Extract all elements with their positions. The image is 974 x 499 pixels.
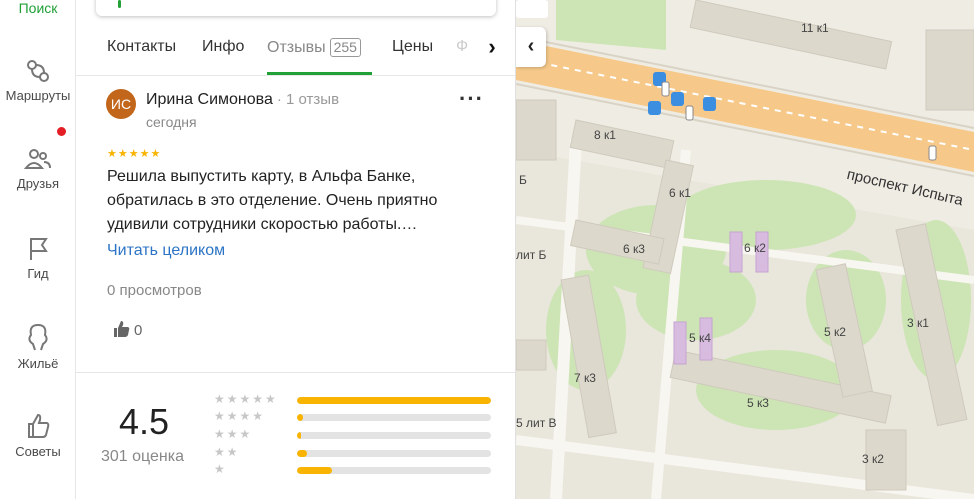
map-building-label: 6 к2 xyxy=(744,241,766,255)
routes-icon xyxy=(27,60,49,82)
rating-bar xyxy=(297,450,491,457)
reviews-count-badge: 255 xyxy=(329,38,361,57)
avatar[interactable]: ИС xyxy=(106,89,136,119)
rating-row-4: ★★★★ xyxy=(214,409,499,427)
tab-reviews-label: Отзывы xyxy=(267,39,326,56)
rail-item-tips[interactable]: Советы xyxy=(0,412,76,459)
search-accent xyxy=(118,0,121,8)
more-options-button[interactable]: ··· xyxy=(459,88,484,110)
rail-item-routes[interactable]: Маршруты xyxy=(0,58,76,103)
like-count: 0 xyxy=(134,322,143,339)
rating-row-stars: ★★ xyxy=(214,445,240,459)
map-building-label: 6 к1 xyxy=(669,186,691,200)
rating-summary: 4.5 301 оценка ★★★★★ ★★★★ ★★★ ★★ ★ xyxy=(76,373,515,499)
rating-row-stars: ★★★ xyxy=(214,427,253,441)
rating-bar xyxy=(297,432,491,439)
rating-bar-fill xyxy=(297,414,303,421)
review-author[interactable]: Ирина Симонова · 1 отзыв xyxy=(146,91,339,109)
rail-item-label: Гид xyxy=(27,266,49,281)
map-building-label: Б xyxy=(519,173,527,187)
rating-row-2: ★★ xyxy=(214,445,499,463)
rail-item-friends[interactable]: Друзья xyxy=(0,146,76,191)
rating-count: 301 оценка xyxy=(101,448,185,465)
rail-item-label: Друзья xyxy=(16,176,60,191)
tab-info[interactable]: Инфо xyxy=(202,38,244,56)
thumb-up-icon xyxy=(114,321,130,337)
tabs-bar: Контакты Инфо Отзывы 255 Цены Ф › xyxy=(76,26,515,76)
more-icon: ··· xyxy=(459,86,484,111)
place-panel: Контакты Инфо Отзывы 255 Цены Ф › ИС Ирин… xyxy=(76,0,516,499)
review-text: Решила выпустить карту, в Альфа Банке, о… xyxy=(107,168,438,233)
map-building-label: 5 лит В xyxy=(516,416,557,430)
tab-photos[interactable]: Ф xyxy=(456,38,468,56)
map-building-label: 3 к2 xyxy=(862,452,884,466)
rating-row-stars: ★★★★ xyxy=(214,409,266,423)
rail-search-label: Поиск xyxy=(18,0,58,16)
map-building-label: 5 к3 xyxy=(747,396,769,410)
rating-bar-fill xyxy=(297,397,491,404)
rating-value: 4.5 xyxy=(119,401,170,442)
author-review-count: · 1 отзыв xyxy=(276,91,340,108)
rating-row-stars: ★ xyxy=(214,462,227,476)
rating-row-1: ★ xyxy=(214,462,499,480)
collapse-panel-button[interactable]: ‹ xyxy=(516,27,546,67)
review-stars: ★★★★★ xyxy=(107,148,162,160)
read-more-link[interactable]: Читать целиком xyxy=(107,242,225,260)
chevron-right-icon: › xyxy=(488,34,496,59)
map-building-label: 5 к2 xyxy=(824,325,846,339)
review-date: сегодня xyxy=(146,114,197,130)
map-building-label: 11 к1 xyxy=(801,21,829,35)
rail-item-label: Маршруты xyxy=(5,88,71,103)
rating-bar xyxy=(297,467,491,474)
map-building-label: 7 к3 xyxy=(574,371,596,385)
rail-item-guide[interactable]: Гид xyxy=(0,236,76,281)
rail-search-item[interactable]: Поиск xyxy=(0,0,76,16)
tab-reviews[interactable]: Отзывы 255 xyxy=(267,38,361,57)
review-views: 0 просмотров xyxy=(107,282,202,299)
map-building-label: лит Б xyxy=(516,248,547,262)
rail-item-label: Жильё xyxy=(17,356,59,371)
map-view[interactable]: 11 к1 8 к1 6 к1 6 к3 6 к2 лит Б 5 к4 5 к… xyxy=(516,0,974,499)
rail-item-housing[interactable]: Жильё xyxy=(0,322,76,371)
map-building-label: 5 к4 xyxy=(689,331,711,345)
thumb-up-icon xyxy=(28,413,50,438)
tab-prices[interactable]: Цены xyxy=(392,38,433,56)
rating-row-5: ★★★★★ xyxy=(214,392,499,410)
map-building-label: 6 к3 xyxy=(623,242,645,256)
search-box[interactable] xyxy=(96,0,496,16)
rating-bar xyxy=(297,397,491,404)
rail-item-label: Советы xyxy=(15,444,61,459)
rating-bar-fill xyxy=(297,450,307,457)
rating-bar-fill xyxy=(297,467,332,474)
friends-icon xyxy=(24,149,51,169)
author-name: Ирина Симонова xyxy=(146,91,273,108)
notification-dot xyxy=(57,127,66,136)
rating-row-stars: ★★★★★ xyxy=(214,392,278,406)
review-card: ИС Ирина Симонова · 1 отзыв сегодня ··· ★… xyxy=(76,77,515,372)
housing-icon xyxy=(28,324,48,351)
chevron-left-icon: ‹ xyxy=(527,35,535,57)
active-tab-indicator xyxy=(267,72,372,75)
rating-row-3: ★★★ xyxy=(214,427,499,445)
map-building-label: 8 к1 xyxy=(594,128,616,142)
like-button[interactable]: 0 xyxy=(113,320,142,339)
flag-icon xyxy=(30,238,48,260)
tabs-next-button[interactable]: › xyxy=(480,32,504,64)
left-rail: Поиск Маршруты Друзья Гид Жильё Советы xyxy=(0,0,76,499)
tab-contacts[interactable]: Контакты xyxy=(107,38,176,56)
map-building-label: 3 к1 xyxy=(907,316,929,330)
rating-bar-fill xyxy=(297,432,301,439)
rating-bar xyxy=(297,414,491,421)
